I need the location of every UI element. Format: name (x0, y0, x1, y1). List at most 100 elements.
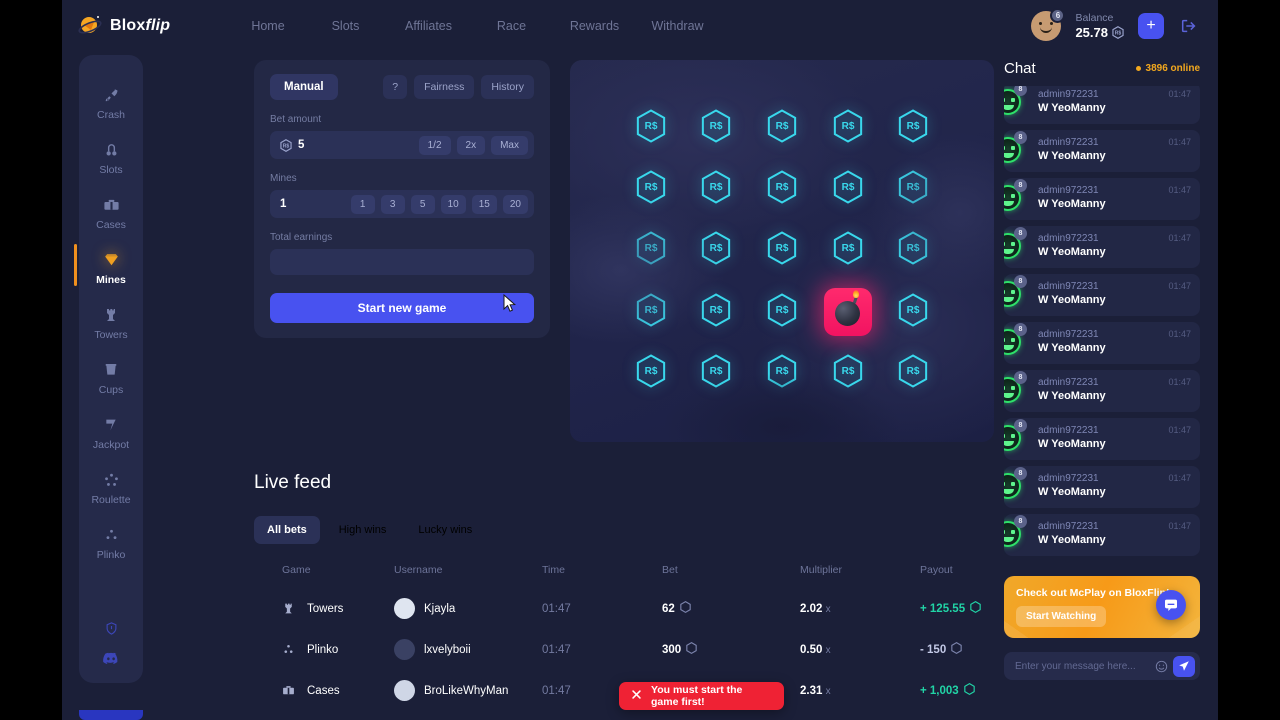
mine-cell[interactable]: R$ (684, 220, 750, 281)
sidebar-item-plinko[interactable]: Plinko (79, 515, 143, 570)
mines-preset-5[interactable]: 5 (410, 194, 435, 214)
bet-max-button[interactable]: Max (491, 135, 528, 155)
chat-username[interactable]: admin972231 (1038, 473, 1099, 484)
chat-username[interactable]: admin972231 (1038, 89, 1099, 100)
table-row[interactable]: Plinko lxvelyboii 01:47 300 0.50 x- 150 (254, 629, 1040, 670)
mines-preset-10[interactable]: 10 (440, 194, 466, 214)
add-funds-button[interactable]: + (1138, 13, 1164, 39)
support-chat-button[interactable] (1156, 590, 1186, 620)
top-header: Bloxflip Home Slots Affiliates Race Rewa… (62, 0, 1218, 52)
mine-cell[interactable]: R$ (815, 159, 881, 220)
tab-lucky-wins[interactable]: Lucky wins (405, 516, 485, 544)
nav-item-slots[interactable]: Slots (304, 13, 387, 39)
mine-cell[interactable]: R$ (749, 159, 815, 220)
chat-username[interactable]: admin972231 (1038, 425, 1099, 436)
start-watching-button[interactable]: Start Watching (1016, 606, 1107, 627)
send-message-button[interactable] (1173, 655, 1195, 677)
mine-cell[interactable]: R$ (749, 282, 815, 343)
nav-item-rewards[interactable]: Rewards (553, 13, 636, 39)
history-button[interactable]: History (481, 75, 534, 99)
level-badge: 8 (1014, 275, 1027, 288)
mine-cell[interactable]: R$ (880, 220, 946, 281)
nav-item-race[interactable]: Race (470, 13, 553, 39)
bomb-tile[interactable] (823, 288, 872, 337)
mine-cell[interactable]: R$ (684, 159, 750, 220)
sidebar-item-cases[interactable]: Cases (79, 185, 143, 240)
tab-high-wins[interactable]: High wins (326, 516, 400, 544)
mine-cell[interactable]: R$ (618, 282, 684, 343)
mine-cell[interactable]: R$ (684, 343, 750, 404)
mine-cell[interactable]: R$ (749, 98, 815, 159)
help-button[interactable]: ? (383, 75, 408, 99)
mine-cell[interactable]: R$ (749, 343, 815, 404)
chat-time: 01:47 (1168, 377, 1191, 387)
tab-all-bets[interactable]: All bets (254, 516, 320, 544)
mines-input[interactable]: 1 1 3 5 10 15 20 (270, 190, 534, 218)
sidebar-item-slots[interactable]: Slots (79, 130, 143, 185)
chat-input-bar[interactable] (1004, 652, 1200, 680)
mine-cell[interactable]: R$ (815, 343, 881, 404)
robux-hex-icon: R$ (634, 170, 668, 209)
mine-cell[interactable]: R$ (618, 159, 684, 220)
cases-icon (282, 684, 296, 697)
balance-group[interactable]: Balance 25.78 R$ (1075, 12, 1124, 41)
shield-icon[interactable] (104, 621, 119, 636)
brand-logo-group[interactable]: Bloxflip (78, 14, 210, 38)
mine-cell[interactable]: R$ (749, 220, 815, 281)
cell-bet: 62 (662, 601, 800, 616)
sidebar-bottom-accent (79, 710, 143, 720)
avatar[interactable]: 6 (1031, 8, 1066, 41)
fairness-button[interactable]: Fairness (414, 75, 475, 99)
logout-icon[interactable] (1178, 15, 1200, 37)
sidebar-item-mines[interactable]: Mines (74, 240, 143, 295)
sidebar-item-crash[interactable]: Crash (79, 75, 143, 130)
mine-cell[interactable]: R$ (618, 98, 684, 159)
sidebar-item-towers[interactable]: Towers (79, 295, 143, 350)
sidebar-item-cups[interactable]: Cups (79, 350, 143, 405)
mine-cell[interactable]: R$ (815, 98, 881, 159)
table-row[interactable]: MinesLkyla201:47302.25 x+ 67.86 (254, 711, 1040, 720)
mines-preset-3[interactable]: 3 (380, 194, 405, 214)
chat-message-input[interactable] (1015, 660, 1150, 672)
chat-username[interactable]: admin972231 (1038, 137, 1099, 148)
robux-hex-icon: R$ (765, 170, 799, 209)
mine-cell[interactable]: R$ (618, 220, 684, 281)
mine-cell-bomb[interactable] (815, 282, 881, 343)
discord-icon[interactable] (102, 652, 120, 667)
chat-username[interactable]: admin972231 (1038, 377, 1099, 388)
sidebar-item-roulette[interactable]: Roulette (79, 460, 143, 515)
mine-cell[interactable]: R$ (880, 159, 946, 220)
mine-cell[interactable]: R$ (880, 98, 946, 159)
bet-double-button[interactable]: 2x (456, 135, 486, 155)
mines-preset-20[interactable]: 20 (502, 194, 528, 214)
nav-item-home[interactable]: Home (232, 13, 304, 39)
nav-item-withdraw[interactable]: Withdraw (636, 13, 719, 39)
mine-cell[interactable]: R$ (880, 343, 946, 404)
mine-cell[interactable]: R$ (684, 98, 750, 159)
emoji-icon[interactable] (1150, 660, 1173, 673)
sidebar-item-jackpot[interactable]: Jackpot (79, 405, 143, 460)
bet-half-button[interactable]: 1/2 (418, 135, 451, 155)
mines-preset-15[interactable]: 15 (471, 194, 497, 214)
chat-username[interactable]: admin972231 (1038, 521, 1099, 532)
mines-preset-1[interactable]: 1 (350, 194, 375, 214)
jackpot-icon (79, 414, 143, 436)
left-sidebar: Crash Slots Cases Mines Towers Cups Jack… (74, 55, 143, 683)
bet-amount-input[interactable]: R$ 5 1/2 2x Max (270, 131, 534, 159)
table-row[interactable]: Towers Kjayla 01:47 62 2.02 x + 125.55 (254, 588, 1040, 629)
chat-username[interactable]: admin972231 (1038, 329, 1099, 340)
chat-username[interactable]: admin972231 (1038, 281, 1099, 292)
chat-username[interactable]: admin972231 (1038, 185, 1099, 196)
mine-cell[interactable]: R$ (880, 282, 946, 343)
mine-cell[interactable]: R$ (815, 220, 881, 281)
mine-cell[interactable]: R$ (684, 282, 750, 343)
level-badge: 8 (1014, 515, 1027, 528)
mine-cell[interactable]: R$ (618, 343, 684, 404)
mode-manual-button[interactable]: Manual (270, 74, 338, 100)
start-new-game-button[interactable]: Start new game (270, 293, 534, 323)
chat-username[interactable]: admin972231 (1038, 233, 1099, 244)
plinko-icon (79, 524, 143, 546)
chat-message-list[interactable]: 8 admin972231 01:47 W YeoManny 8 admin972231 0… (1004, 86, 1200, 562)
svg-text:R$: R$ (776, 366, 789, 377)
nav-item-affiliates[interactable]: Affiliates (387, 13, 470, 39)
